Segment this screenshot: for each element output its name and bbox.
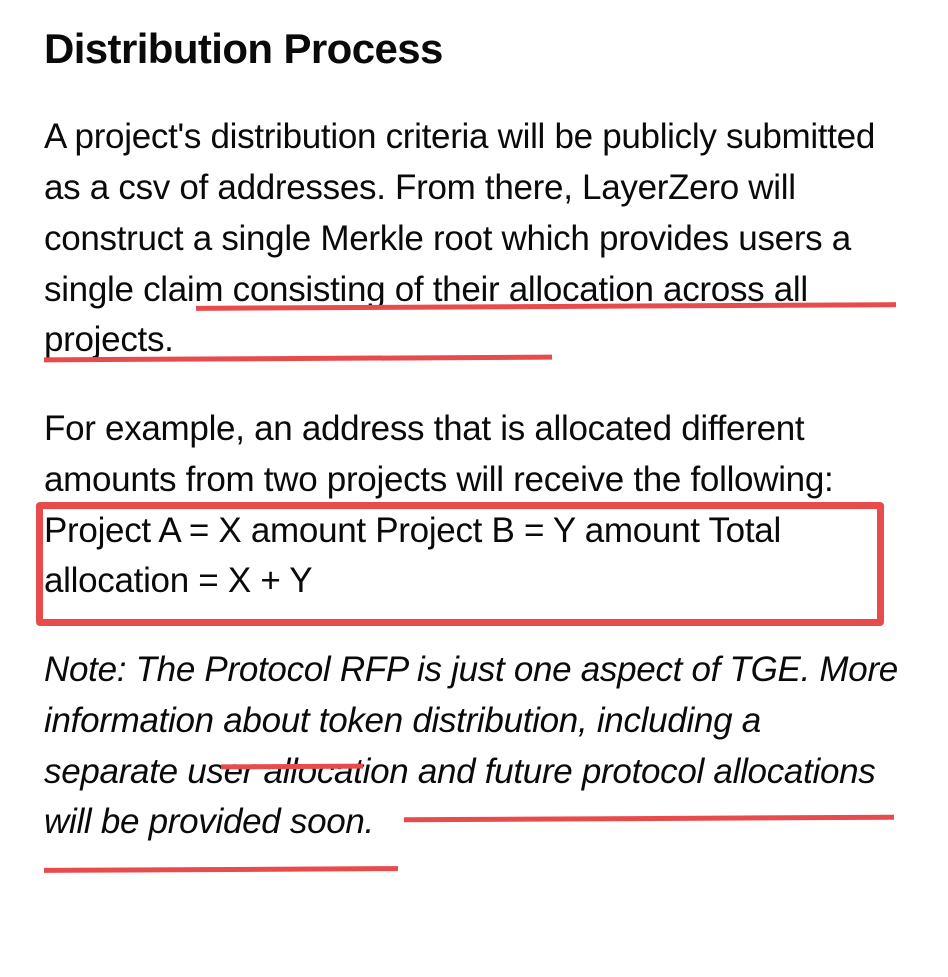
document-page: Distribution Process A project's distrib…	[0, 0, 948, 888]
annotation-underline-5	[44, 866, 398, 873]
note-paragraph: Note: The Protocol RFP is just one aspec…	[44, 645, 904, 848]
paragraph-1: A project's distribution criteria will b…	[44, 112, 904, 366]
paragraph-2: For example, an address that is allocate…	[44, 404, 904, 607]
section-heading: Distribution Process	[44, 24, 904, 74]
